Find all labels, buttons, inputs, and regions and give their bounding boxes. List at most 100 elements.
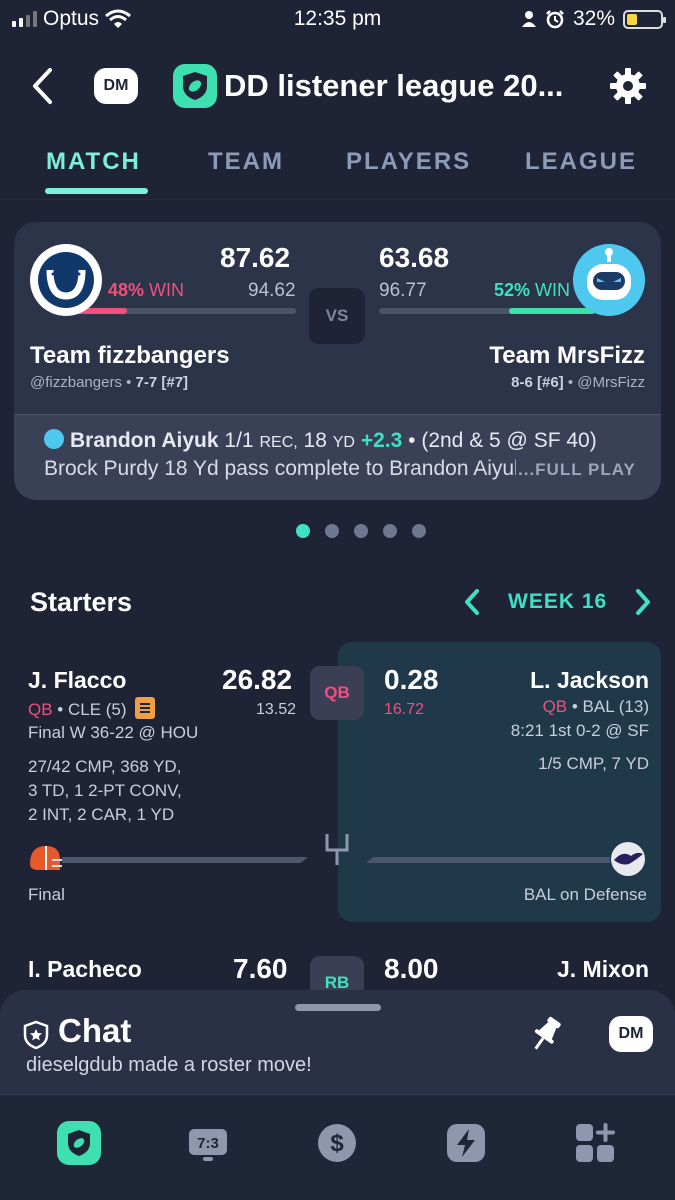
left-player-stats: 27/42 CMP, 368 YD, 3 TD, 1 2-PT CONV, 2 … bbox=[28, 755, 182, 827]
colts-horseshoe-icon bbox=[38, 252, 94, 308]
league-title[interactable]: DD listener league 20... bbox=[224, 68, 596, 104]
left-game-status: Final bbox=[28, 885, 65, 904]
chat-panel[interactable]: Chat dieselgdub made a roster move! DM bbox=[0, 990, 675, 1095]
ravens-helmet-icon bbox=[611, 842, 645, 876]
stat-line: 2 INT, 2 CAR, 1 YD bbox=[28, 805, 175, 824]
bottom-nav: 7:3 $ bbox=[0, 1094, 675, 1200]
home-team-meta: @fizzbangers • 7-7 [#7] bbox=[30, 374, 189, 391]
dm-label: DM bbox=[103, 77, 129, 94]
left-player-team: • CLE (5) bbox=[57, 700, 127, 719]
shield-star-icon bbox=[23, 1020, 49, 1050]
news-icon[interactable] bbox=[135, 697, 156, 719]
active-tab-indicator bbox=[45, 188, 148, 194]
matchup-card[interactable]: 48% WIN 87.62 94.62 VS 63.68 96.77 52% W… bbox=[14, 222, 661, 500]
home-handle: @fizzbangers bbox=[30, 374, 122, 391]
right-player-meta: QB • BAL (13) bbox=[543, 697, 649, 717]
tab-bar: MATCH TEAM PLAYERS LEAGUE bbox=[0, 140, 675, 200]
left-player-name[interactable]: J. Flacco bbox=[28, 667, 126, 694]
away-record: 8-6 [#6] bbox=[511, 374, 564, 391]
full-play-link[interactable]: ...FULL PLAY bbox=[518, 460, 636, 480]
week-selector: WEEK 16 bbox=[462, 588, 653, 616]
latest-play[interactable]: Brandon Aiyuk 1/1 REC, 18 YD +2.3 • (2nd… bbox=[14, 414, 661, 500]
right-player-name[interactable]: J. Mixon bbox=[557, 956, 649, 983]
away-field-track bbox=[366, 857, 610, 863]
nav-more[interactable] bbox=[573, 1121, 617, 1165]
home-win-label: WIN bbox=[149, 280, 185, 300]
home-score: 87.62 bbox=[220, 242, 291, 273]
pager-dot-3[interactable] bbox=[354, 524, 368, 538]
play-stat: 1/1 bbox=[224, 429, 254, 452]
pager-dot-2[interactable] bbox=[325, 524, 339, 538]
nav-money[interactable]: $ bbox=[315, 1121, 359, 1165]
home-field-track bbox=[62, 857, 308, 863]
chat-title: Chat bbox=[58, 1012, 132, 1049]
play-points: +2.3 bbox=[360, 429, 403, 452]
nav-scores[interactable]: 7:3 bbox=[186, 1121, 230, 1165]
home-projected: 94.62 bbox=[248, 280, 296, 301]
chat-dm-label: DM bbox=[618, 1025, 644, 1042]
nav-matchup[interactable] bbox=[57, 1121, 101, 1165]
chevron-right-icon[interactable] bbox=[633, 588, 653, 616]
alarm-icon bbox=[546, 10, 564, 29]
battery-icon bbox=[623, 9, 666, 29]
left-player-pos: QB bbox=[28, 700, 53, 719]
away-team-meta: 8-6 [#6] • @MrsFizz bbox=[511, 374, 645, 391]
nav-activity[interactable] bbox=[444, 1121, 488, 1165]
play-yd-unit: YD bbox=[332, 434, 355, 451]
tab-players[interactable]: PLAYERS bbox=[346, 148, 471, 176]
football-shield-icon bbox=[57, 1121, 101, 1165]
right-game-status: BAL on Defense bbox=[523, 885, 647, 904]
stat-line: 27/42 CMP, 368 YD, bbox=[28, 757, 182, 776]
away-team-avatar[interactable] bbox=[573, 244, 645, 316]
lightning-icon bbox=[447, 1124, 485, 1162]
scoreboard-icon: 7:3 bbox=[189, 1129, 227, 1161]
left-player-projected: 13.52 bbox=[256, 701, 297, 718]
robot-avatar-icon bbox=[573, 244, 645, 316]
right-player-team: • BAL (13) bbox=[571, 697, 649, 716]
tab-team[interactable]: TEAM bbox=[208, 148, 284, 176]
home-win-percent: 48% bbox=[108, 280, 145, 300]
right-player-name[interactable]: L. Jackson bbox=[530, 667, 649, 694]
away-projected: 96.77 bbox=[379, 280, 427, 301]
play-yards: 18 bbox=[303, 429, 327, 452]
pin-icon[interactable] bbox=[527, 1014, 565, 1054]
pager-dot-5[interactable] bbox=[412, 524, 426, 538]
tab-match[interactable]: MATCH bbox=[46, 148, 141, 176]
gear-icon[interactable] bbox=[608, 66, 648, 106]
left-player-name[interactable]: I. Pacheco bbox=[28, 956, 142, 983]
person-icon bbox=[521, 11, 536, 27]
pager-dot-1[interactable] bbox=[296, 524, 310, 538]
right-player-score: 0.28 bbox=[384, 664, 439, 695]
right-player-stats: 1/5 CMP, 7 YD bbox=[538, 752, 649, 776]
chat-dm-button[interactable]: DM bbox=[609, 1016, 653, 1052]
pager-dot-4[interactable] bbox=[383, 524, 397, 538]
left-player-meta: QB • CLE (5) bbox=[28, 697, 156, 720]
app-header: DM DD listener league 20... bbox=[0, 52, 675, 122]
play-situation: • (2nd & 5 @ SF 40) bbox=[408, 429, 597, 452]
play-summary: Brandon Aiyuk 1/1 REC, 18 YD +2.3 • (2nd… bbox=[44, 429, 597, 453]
robot-mini-icon bbox=[44, 429, 64, 449]
browns-helmet-icon bbox=[30, 846, 62, 870]
chevron-left-icon[interactable] bbox=[462, 588, 482, 616]
away-win-bar bbox=[508, 308, 595, 314]
right-player-game: 8:21 1st 0-2 @ SF bbox=[510, 721, 649, 740]
position-badge-qb: QB bbox=[310, 666, 364, 720]
drag-handle[interactable] bbox=[295, 1004, 381, 1011]
right-player-projected: 16.72 bbox=[384, 701, 425, 718]
left-player-game: Final W 36-22 @ HOU bbox=[28, 723, 199, 742]
dollar-icon: $ bbox=[318, 1124, 356, 1162]
chevron-left-icon[interactable] bbox=[28, 66, 58, 106]
away-win-percent: 52% bbox=[494, 280, 531, 300]
play-rec-unit: REC, bbox=[259, 434, 298, 451]
vs-label: VS bbox=[325, 306, 349, 325]
home-team-avatar[interactable] bbox=[30, 244, 102, 316]
away-win-chance: 52% WIN bbox=[494, 280, 570, 301]
status-bar: Optus 12:35 pm 32% bbox=[0, 0, 675, 40]
dm-button[interactable]: DM bbox=[94, 68, 138, 104]
away-handle: @MrsFizz bbox=[577, 374, 645, 391]
home-team-name[interactable]: Team fizzbangers bbox=[30, 342, 230, 370]
stat-line: 3 TD, 1 2-PT CONV, bbox=[28, 781, 182, 800]
tab-league[interactable]: LEAGUE bbox=[525, 148, 637, 176]
chat-last-message: dieselgdub made a roster move! bbox=[26, 1054, 312, 1076]
away-team-name[interactable]: Team MrsFizz bbox=[489, 342, 645, 370]
